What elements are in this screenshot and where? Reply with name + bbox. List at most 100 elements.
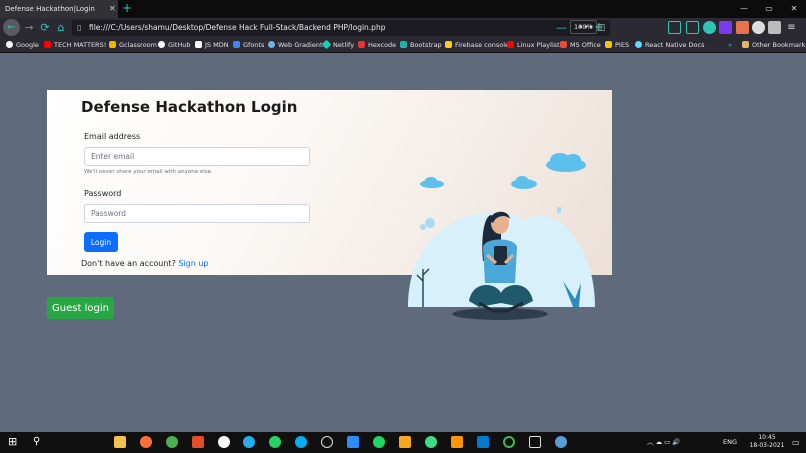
url-text[interactable]: file:///C:/Users/shamu/Desktop/Defense H…: [89, 20, 385, 36]
extension-icon[interactable]: [719, 21, 732, 34]
reload-button[interactable]: ⟳: [37, 20, 53, 36]
clock[interactable]: 10:45 18-03-2021: [749, 434, 785, 450]
folder-icon: [742, 41, 749, 48]
bookmark-item[interactable]: Bootstrap: [400, 38, 442, 53]
email-label: Email address: [84, 132, 141, 141]
bookmark-item[interactable]: Linux Playlist: [507, 38, 560, 53]
clock-time: 10:45: [758, 434, 776, 441]
library-icon[interactable]: [668, 21, 681, 34]
sublime-icon[interactable]: [451, 436, 463, 448]
bookmark-item[interactable]: Hexcode: [358, 38, 396, 53]
bookmark-icon: [195, 41, 202, 48]
bookmark-item[interactable]: TECH MATTERS!: [44, 38, 106, 53]
navigation-toolbar: ← → ⟳ ⌂ ▯ file:///C:/Users/shamu/Desktop…: [0, 18, 806, 49]
account-icon[interactable]: [703, 21, 716, 34]
language-indicator[interactable]: ENG: [723, 432, 737, 453]
bookmark-icon: [268, 41, 275, 48]
cloud-icon: [511, 176, 537, 189]
forward-button[interactable]: →: [21, 20, 37, 36]
login-button[interactable]: Login: [84, 232, 118, 252]
email-hint: We'll never share your email with anyone…: [84, 169, 213, 175]
bookmark-item[interactable]: PIES: [605, 38, 629, 53]
telegram-icon[interactable]: [243, 436, 255, 448]
virtualbox-icon[interactable]: [529, 436, 541, 448]
cloud-icon: [546, 153, 586, 172]
bookmark-item[interactable]: Gfonts: [233, 38, 264, 53]
android-icon[interactable]: [425, 436, 437, 448]
zoom-in-button[interactable]: +: [594, 18, 604, 36]
file-icon: ▯: [77, 23, 82, 32]
bookmark-item[interactable]: Web Gradient: [268, 38, 323, 53]
skype-icon[interactable]: [295, 436, 307, 448]
email-field[interactable]: [84, 147, 310, 166]
bookmark-item[interactable]: Google: [6, 38, 39, 53]
back-arrow-icon: ←: [7, 22, 16, 33]
xampp-icon[interactable]: [399, 436, 411, 448]
bookmark-item[interactable]: React Native Docs: [635, 38, 704, 53]
home-icon[interactable]: ⌂: [53, 20, 69, 36]
bookmark-item[interactable]: Firebase console: [445, 38, 509, 53]
bookmark-icon: [6, 41, 13, 48]
close-window-button[interactable]: ✕: [782, 0, 806, 18]
password-label: Password: [84, 189, 122, 198]
minimize-button[interactable]: —: [732, 0, 756, 18]
address-bar[interactable]: ▯ file:///C:/Users/shamu/Desktop/Defense…: [72, 20, 610, 49]
extension-icon[interactable]: [768, 21, 781, 34]
other-bookmarks[interactable]: Other Bookmarks: [742, 38, 806, 53]
bookmark-item[interactable]: Netlify: [321, 38, 354, 53]
bookmark-icon: [321, 39, 332, 50]
bookmark-icon: [158, 41, 165, 48]
maximize-button[interactable]: ▭: [757, 0, 781, 18]
bookmark-icon: [44, 41, 51, 48]
extension-icon[interactable]: [736, 21, 749, 34]
password-field[interactable]: [84, 204, 310, 223]
menu-icon[interactable]: ≡: [785, 21, 798, 34]
app-icon[interactable]: [503, 436, 515, 448]
active-tab[interactable]: Defense Hackathon|Login ✕: [0, 0, 118, 18]
bookmarks-bar: Google TECH MATTERS! Gclassroom GitHub J…: [0, 38, 806, 53]
obs-icon[interactable]: [321, 436, 333, 448]
login-illustration: [408, 153, 595, 320]
whatsapp-icon[interactable]: [269, 436, 281, 448]
guest-login-button[interactable]: Guest login: [47, 297, 114, 319]
zoom-icon[interactable]: [347, 436, 359, 448]
system-tray-icons[interactable]: ︿ ☁ ▭ 🔊: [647, 432, 680, 453]
bubble-decor: [425, 218, 435, 228]
sidebar-icon[interactable]: [686, 21, 699, 34]
bookmarks-overflow-icon[interactable]: »: [728, 38, 732, 53]
bubble-decor: [420, 224, 426, 230]
tab-close-icon[interactable]: ✕: [109, 0, 116, 18]
spotify-icon[interactable]: [373, 436, 385, 448]
back-button[interactable]: ←: [3, 19, 20, 36]
file-explorer-icon[interactable]: [114, 436, 126, 448]
new-tab-button[interactable]: +: [122, 0, 132, 17]
signup-link[interactable]: Sign up: [178, 259, 208, 268]
brave-icon[interactable]: [192, 436, 204, 448]
start-menu-icon[interactable]: ⊞: [8, 436, 20, 448]
bookmark-item[interactable]: Gclassroom: [109, 38, 157, 53]
signup-prompt: Don't have an account? Sign up: [81, 259, 209, 268]
vscode-icon[interactable]: [477, 436, 489, 448]
page-title: Defense Hackathon Login: [81, 98, 298, 116]
bookmark-item[interactable]: JS MDN: [195, 38, 229, 53]
bookmark-icon: [560, 41, 567, 48]
settings-gear-icon[interactable]: [752, 21, 765, 34]
github-icon[interactable]: [218, 436, 230, 448]
sparkle-decor: [557, 207, 561, 213]
clock-date: 18-03-2021: [749, 442, 785, 449]
chrome-icon[interactable]: [166, 436, 178, 448]
page-viewport: Defense Hackathon Login Email address We…: [0, 54, 806, 432]
notification-icon[interactable]: ▭: [792, 432, 800, 453]
firefox-icon[interactable]: [140, 436, 152, 448]
windows-taskbar: ⊞ ⚲ ︿ ☁ ▭ 🔊 ENG 10:45 18-03-2021 ▭: [0, 432, 806, 453]
zoom-out-button[interactable]: —: [556, 19, 567, 37]
bookmark-icon: [635, 41, 642, 48]
zoom-level[interactable]: 100%: [570, 20, 597, 34]
bookmark-icon: [358, 41, 365, 48]
bookmark-icon: [233, 41, 240, 48]
search-icon[interactable]: ⚲: [33, 436, 45, 448]
bookmark-item[interactable]: GitHub: [158, 38, 191, 53]
app-icon[interactable]: [555, 436, 567, 448]
bookmark-item[interactable]: MS Office: [560, 38, 601, 53]
bookmark-icon: [400, 41, 407, 48]
